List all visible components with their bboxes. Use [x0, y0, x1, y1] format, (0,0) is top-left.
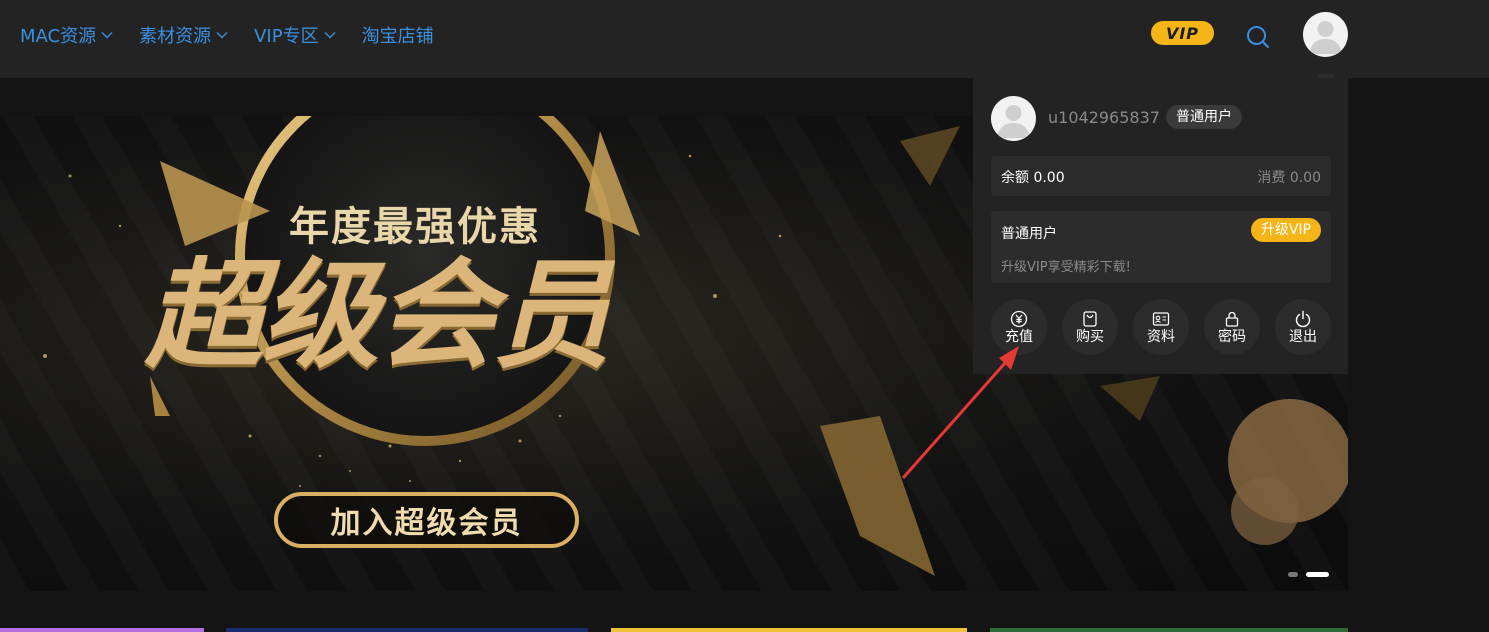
nav-item-taobao-store[interactable]: 淘宝店铺 [362, 22, 434, 48]
purchases-button[interactable]: 购买 [1062, 299, 1118, 355]
username: u1042965837 [1048, 108, 1160, 127]
action-label: 退出 [1289, 328, 1317, 345]
chevron-down-icon [101, 32, 113, 39]
action-label: 资料 [1147, 328, 1175, 345]
user-silhouette-icon [1309, 21, 1342, 54]
spent-value: 消费 0.00 [1257, 170, 1321, 186]
card-preview[interactable] [990, 628, 1348, 632]
action-label: 购买 [1076, 328, 1104, 345]
user-silhouette-icon [997, 105, 1030, 138]
id-card-icon [1152, 311, 1170, 326]
card-preview[interactable] [611, 628, 967, 632]
nav-item-vip-zone[interactable]: VIP专区 [254, 22, 336, 48]
nav-item-materials[interactable]: 素材资源 [139, 22, 228, 48]
balance-value: 余额 0.00 [1001, 170, 1065, 186]
chevron-down-icon [216, 32, 228, 39]
nav-item-mac-resources[interactable]: MAC资源 [20, 22, 113, 48]
vip-badge[interactable]: VIP [1151, 21, 1214, 45]
vip-description: 升级VIP享受精彩下载! [1001, 260, 1131, 275]
nav-item-label: 素材资源 [139, 26, 212, 47]
upgrade-vip-button[interactable]: 升级VIP [1250, 218, 1321, 242]
action-label: 密码 [1218, 328, 1246, 345]
power-icon [1295, 310, 1311, 327]
banner-title: 超级会员 [145, 246, 611, 384]
logout-button[interactable]: 退出 [1275, 299, 1331, 355]
top-header: MAC资源 素材资源 VIP专区 淘宝店铺 VIP [0, 0, 1489, 78]
password-button[interactable]: 密码 [1204, 299, 1260, 355]
vip-level: 普通用户 [1001, 226, 1057, 242]
card-preview[interactable] [0, 628, 204, 632]
profile-button[interactable]: 资料 [1133, 299, 1189, 355]
user-dropdown-panel: u1042965837 普通用户 余额 0.00 消费 0.00 普通用户 升级… [973, 78, 1348, 374]
account-actions: 充值 购买 资料 密码 退出 [991, 299, 1331, 355]
annotation-arrow-icon [901, 346, 1019, 479]
user-avatar[interactable] [1303, 12, 1348, 57]
shopping-bag-icon [1083, 310, 1097, 327]
nav-item-label: VIP专区 [254, 26, 319, 47]
vip-status-box: 普通用户 升级VIP 升级VIP享受精彩下载! [991, 211, 1331, 283]
panel-avatar [991, 96, 1036, 141]
content-cards-preview [0, 628, 1489, 632]
lock-icon [1225, 311, 1239, 327]
carousel-dots [1288, 572, 1329, 577]
role-badge: 普通用户 [1166, 105, 1242, 129]
card-preview[interactable] [226, 628, 588, 632]
nav-item-label: MAC资源 [20, 26, 97, 47]
chevron-down-icon [324, 32, 336, 39]
nav-item-label: 淘宝店铺 [361, 26, 434, 47]
search-icon[interactable] [1245, 24, 1271, 50]
carousel-dot[interactable] [1288, 572, 1298, 577]
yuan-icon [1010, 310, 1028, 327]
join-vip-button[interactable]: 加入超级会员 [274, 492, 579, 548]
balance-box: 余额 0.00 消费 0.00 [991, 156, 1331, 196]
main-nav: MAC资源 素材资源 VIP专区 淘宝店铺 [20, 22, 460, 48]
banner-subtitle: 年度最强优惠 [289, 204, 541, 250]
carousel-dot-active[interactable] [1306, 572, 1329, 577]
